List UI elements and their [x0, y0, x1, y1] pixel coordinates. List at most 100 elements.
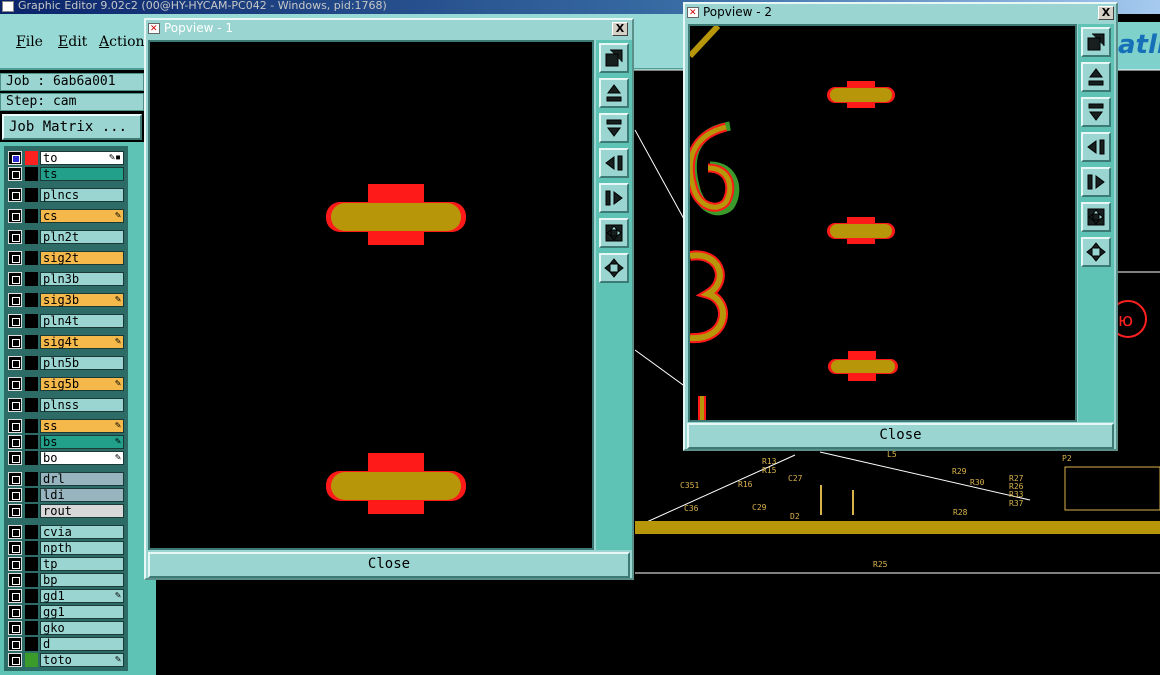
menu-file[interactable]: File	[16, 34, 43, 50]
layer-row[interactable]: gg1	[6, 604, 124, 619]
pan-right-icon[interactable]	[599, 183, 629, 213]
layer-row[interactable]: rout	[6, 503, 124, 518]
layer-name[interactable]: plncs	[40, 188, 124, 202]
layer-name[interactable]: gg1	[40, 605, 124, 619]
layer-row[interactable]: gko	[6, 620, 124, 635]
layer-checkbox[interactable]	[8, 272, 22, 286]
layer-color-swatch[interactable]	[25, 419, 38, 433]
layer-name[interactable]: sig5b ✎	[40, 377, 124, 391]
layer-row[interactable]: ss ✎	[6, 418, 124, 433]
layer-color-swatch[interactable]	[25, 573, 38, 587]
layer-row[interactable]: cvia	[6, 524, 124, 539]
layer-checkbox[interactable]	[8, 209, 22, 223]
layer-checkbox[interactable]	[8, 356, 22, 370]
zoom-center-icon[interactable]	[1081, 237, 1111, 267]
layer-name[interactable]: sig4t ✎	[40, 335, 124, 349]
layer-name[interactable]: ss ✎	[40, 419, 124, 433]
layer-name[interactable]: bo ✎	[40, 451, 124, 465]
layer-name[interactable]: pln5b	[40, 356, 124, 370]
layer-name[interactable]: pln2t	[40, 230, 124, 244]
layer-name[interactable]: drl	[40, 472, 124, 486]
layer-row[interactable]: cs ✎	[6, 208, 124, 223]
layer-row[interactable]: pln4t	[6, 313, 124, 328]
popview-1-canvas[interactable]	[148, 40, 594, 550]
layer-name[interactable]: d	[40, 637, 124, 651]
layer-name[interactable]: bs ✎	[40, 435, 124, 449]
layer-color-swatch[interactable]	[25, 167, 38, 181]
layer-row[interactable]: sig5b ✎	[6, 376, 124, 391]
layer-color-swatch[interactable]	[25, 377, 38, 391]
layer-row[interactable]: sig2t	[6, 250, 124, 265]
layer-color-swatch[interactable]	[25, 488, 38, 502]
layer-row[interactable]: pln3b	[6, 271, 124, 286]
job-matrix-button[interactable]: Job Matrix ...	[2, 114, 142, 140]
layer-name[interactable]: ldi	[40, 488, 124, 502]
layer-checkbox[interactable]	[8, 557, 22, 571]
layer-checkbox[interactable]	[8, 419, 22, 433]
layer-color-swatch[interactable]	[25, 435, 38, 449]
layer-checkbox[interactable]	[8, 314, 22, 328]
layer-checkbox[interactable]	[8, 335, 22, 349]
layer-color-swatch[interactable]	[25, 209, 38, 223]
layer-checkbox[interactable]	[8, 167, 22, 181]
layer-color-swatch[interactable]	[25, 557, 38, 571]
popview-2-canvas[interactable]	[688, 24, 1077, 422]
popview-1-close-x-button[interactable]: X	[612, 22, 628, 36]
layer-checkbox[interactable]	[8, 525, 22, 539]
layer-checkbox[interactable]	[8, 398, 22, 412]
layer-name[interactable]: rout	[40, 504, 124, 518]
layer-row[interactable]: plnss	[6, 397, 124, 412]
layer-row[interactable]: to ✎▪	[6, 150, 124, 165]
layer-color-swatch[interactable]	[25, 621, 38, 635]
layer-color-swatch[interactable]	[25, 589, 38, 603]
popview-2-close-x-button[interactable]: X	[1098, 6, 1114, 20]
layer-row[interactable]: sig3b ✎	[6, 292, 124, 307]
layer-row[interactable]: plncs	[6, 187, 124, 202]
layer-color-swatch[interactable]	[25, 472, 38, 486]
pan-left-icon[interactable]	[1081, 132, 1111, 162]
layer-checkbox[interactable]	[8, 293, 22, 307]
layer-row[interactable]: gd1 ✎	[6, 588, 124, 603]
layer-row[interactable]: bo ✎	[6, 450, 124, 465]
layer-name[interactable]: gko	[40, 621, 124, 635]
layer-name[interactable]: plnss	[40, 398, 124, 412]
pan-left-icon[interactable]	[599, 148, 629, 178]
layer-color-swatch[interactable]	[25, 272, 38, 286]
zoom-fit-icon[interactable]	[599, 218, 629, 248]
popview-1-close-button[interactable]: Close	[148, 552, 630, 578]
layer-name[interactable]: pln3b	[40, 272, 124, 286]
popview-2-close-button[interactable]: Close	[687, 423, 1114, 449]
layer-row[interactable]: toto ✎	[6, 652, 124, 667]
layer-row[interactable]: d	[6, 636, 124, 651]
layer-color-swatch[interactable]	[25, 293, 38, 307]
menu-edit[interactable]: Edit	[58, 34, 87, 50]
layer-color-swatch[interactable]	[25, 653, 38, 667]
layer-name[interactable]: toto ✎	[40, 653, 124, 667]
layer-checkbox[interactable]	[8, 472, 22, 486]
layer-checkbox[interactable]	[8, 377, 22, 391]
layer-row[interactable]: pln5b	[6, 355, 124, 370]
zoom-window-icon[interactable]	[599, 43, 629, 73]
layer-row[interactable]: pln2t	[6, 229, 124, 244]
layer-checkbox[interactable]	[8, 637, 22, 651]
layer-name[interactable]: bp	[40, 573, 124, 587]
layer-color-swatch[interactable]	[25, 504, 38, 518]
layer-color-swatch[interactable]	[25, 314, 38, 328]
layer-row[interactable]: ldi	[6, 487, 124, 502]
layer-row[interactable]: tp	[6, 556, 124, 571]
layer-color-swatch[interactable]	[25, 230, 38, 244]
layer-name[interactable]: tp	[40, 557, 124, 571]
layer-color-swatch[interactable]	[25, 335, 38, 349]
layer-color-swatch[interactable]	[25, 605, 38, 619]
layer-name[interactable]: ts	[40, 167, 124, 181]
layer-name[interactable]: cs ✎	[40, 209, 124, 223]
pan-right-icon[interactable]	[1081, 167, 1111, 197]
layer-checkbox[interactable]	[8, 541, 22, 555]
layer-name[interactable]: gd1 ✎	[40, 589, 124, 603]
layer-color-swatch[interactable]	[25, 451, 38, 465]
layer-checkbox[interactable]	[8, 589, 22, 603]
layer-name[interactable]: to ✎▪	[40, 151, 124, 165]
layer-checkbox[interactable]	[8, 151, 22, 165]
layer-checkbox[interactable]	[8, 573, 22, 587]
layer-row[interactable]: drl	[6, 471, 124, 486]
